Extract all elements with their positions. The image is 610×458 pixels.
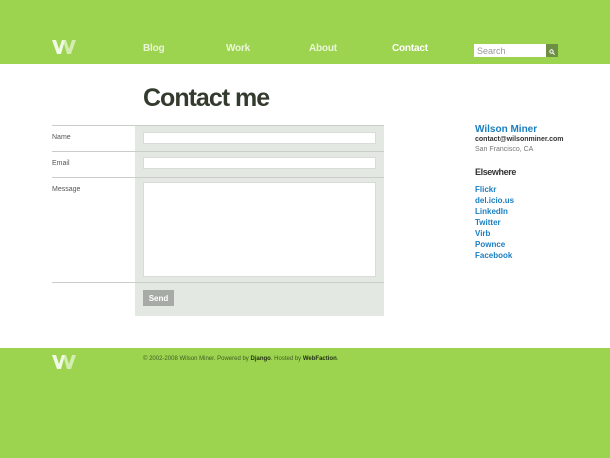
elsewhere-list: Flickr del.icio.us LinkedIn Twitter Virb… xyxy=(475,182,514,260)
sidebar-location: San Francisco, CA xyxy=(475,146,534,153)
form-divider xyxy=(52,125,384,126)
webfaction-link[interactable]: WebFaction xyxy=(303,356,337,362)
nav-work[interactable]: Work xyxy=(226,43,250,54)
footer-copyright: © 2002-2008 Wilson Miner. Powered by xyxy=(143,356,249,362)
search-icon xyxy=(549,43,555,58)
site-header: Blog Work About Contact xyxy=(0,0,610,64)
search-input[interactable] xyxy=(474,44,546,57)
name-field[interactable] xyxy=(143,132,376,144)
sidebar-email: contact@wilsonminer.com xyxy=(475,136,564,143)
nav-about[interactable]: About xyxy=(309,43,337,54)
message-field[interactable] xyxy=(143,182,376,277)
nav-blog[interactable]: Blog xyxy=(143,43,165,54)
send-button[interactable]: Send xyxy=(143,290,174,306)
form-divider xyxy=(52,151,384,152)
search-button[interactable] xyxy=(546,44,558,57)
wm-logo-icon[interactable] xyxy=(52,40,78,54)
footer-text: © 2002-2008 Wilson Miner. Powered by Dja… xyxy=(143,356,338,362)
footer-end: . xyxy=(336,356,339,362)
sidebar-name-link[interactable]: Wilson Miner xyxy=(475,124,537,135)
name-label: Name xyxy=(52,134,71,141)
nav-contact[interactable]: Contact xyxy=(392,43,428,54)
elsewhere-heading: Elsewhere xyxy=(475,167,516,177)
email-label: Email xyxy=(52,160,70,167)
site-footer: © 2002-2008 Wilson Miner. Powered by Dja… xyxy=(0,348,610,458)
django-link[interactable]: Django xyxy=(250,356,270,362)
message-label: Message xyxy=(52,186,81,193)
form-divider xyxy=(52,177,384,178)
link-facebook[interactable]: Facebook xyxy=(475,251,512,260)
footer-hosted: . Hosted by xyxy=(270,356,302,362)
form-divider xyxy=(52,282,384,283)
email-field[interactable] xyxy=(143,157,376,169)
page-title: Contact me xyxy=(143,84,270,112)
wm-logo-icon xyxy=(52,355,78,369)
